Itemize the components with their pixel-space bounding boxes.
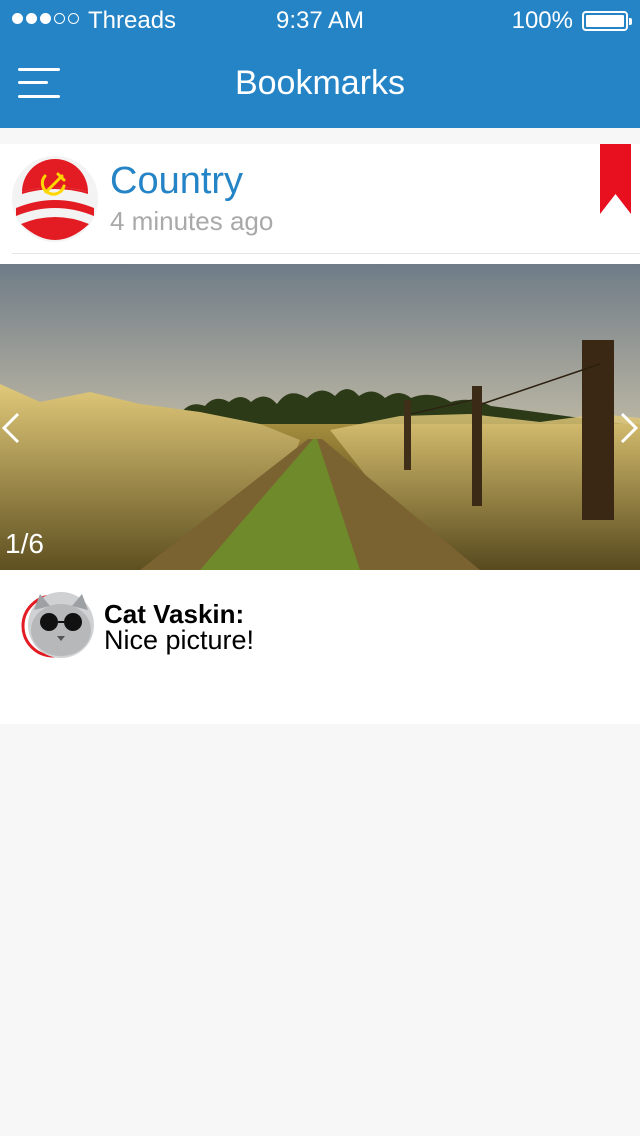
post-timestamp: 4 minutes ago <box>110 206 274 236</box>
photo-counter: 1/6 <box>5 528 44 559</box>
commenter-avatar[interactable] <box>20 592 94 658</box>
post-avatar[interactable] <box>12 156 98 242</box>
previous-photo-button[interactable] <box>0 410 24 446</box>
post-title[interactable]: Country <box>110 160 243 203</box>
post-photo[interactable] <box>0 264 640 570</box>
battery-percentage: 100% <box>511 7 573 34</box>
page-title: Bookmarks <box>234 64 406 102</box>
status-bar: Threads 9:37 AM 100% <box>0 0 640 40</box>
top-bar: Threads 9:37 AM 100% Bookmarks <box>0 0 640 128</box>
bookmark-ribbon-icon[interactable] <box>600 144 631 219</box>
divider <box>12 253 640 254</box>
next-photo-button[interactable] <box>616 410 640 446</box>
comment-text: Nice picture! <box>104 625 255 655</box>
post-card: Country 4 minutes ago 1/6 Cat Vaskin: Ni… <box>0 144 640 724</box>
battery-icon <box>582 11 632 31</box>
